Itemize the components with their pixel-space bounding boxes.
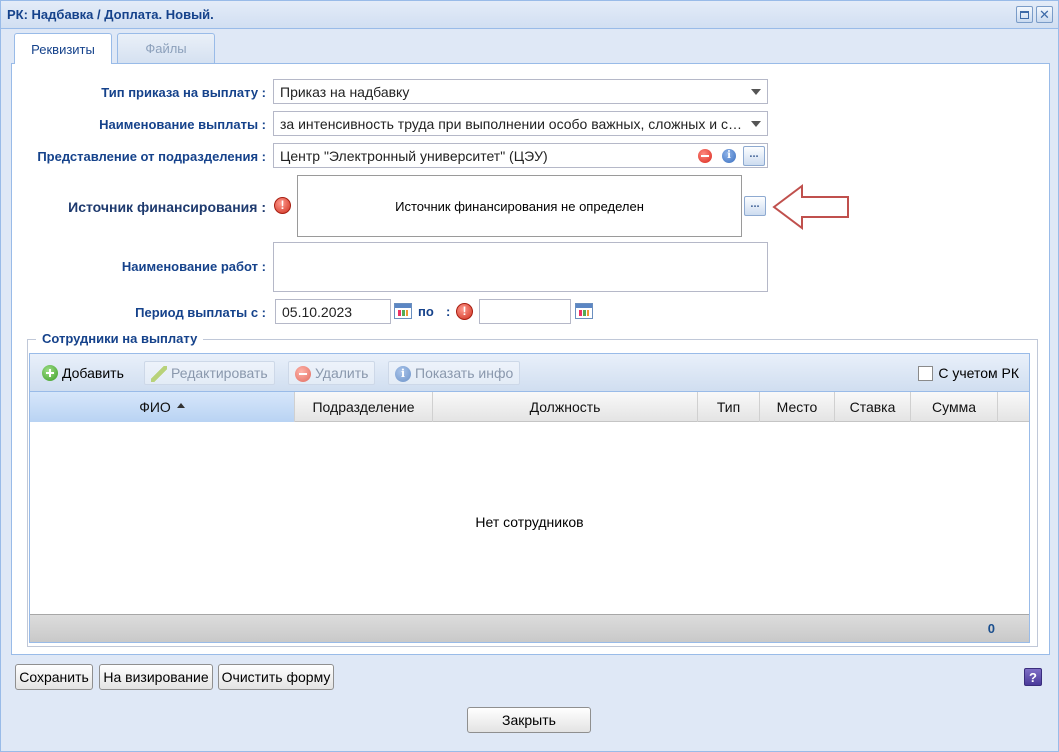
delete-icon <box>295 366 311 382</box>
window-title: РК: Надбавка / Доплата. Новый. <box>7 7 214 22</box>
period-to-label: по <box>418 304 434 319</box>
calendar-icon[interactable] <box>394 303 412 319</box>
send-for-approval-button[interactable]: На визирование <box>99 664 213 690</box>
column-department[interactable]: Подразделение <box>295 392 433 422</box>
error-icon: ! <box>456 303 473 320</box>
grid-header: ФИО Подразделение Должность Тип Место Ст… <box>30 392 1029 422</box>
edit-button[interactable]: Редактировать <box>144 361 275 385</box>
dialog-window: РК: Надбавка / Доплата. Новый. ✕ Реквизи… <box>0 0 1059 752</box>
department-picker-button[interactable]: ... <box>743 146 765 166</box>
clear-icon[interactable] <box>698 149 712 163</box>
payment-name-select[interactable]: за интенсивность труда при выполнении ос… <box>273 111 768 136</box>
calendar-icon[interactable] <box>575 303 593 319</box>
funding-source-picker-button[interactable]: ... <box>744 196 766 216</box>
column-type[interactable]: Тип <box>698 392 760 422</box>
with-rk-checkbox[interactable]: С учетом РК <box>918 365 1019 381</box>
column-position[interactable]: Должность <box>433 392 698 422</box>
tab-requisites[interactable]: Реквизиты <box>14 33 112 64</box>
checkbox-icon[interactable] <box>918 365 934 381</box>
requisites-panel: Тип приказа на выплату : Приказ на надба… <box>11 63 1050 655</box>
error-icon: ! <box>274 197 291 214</box>
period-from-input[interactable]: 05.10.2023 <box>275 299 391 324</box>
department-field[interactable]: Центр "Электронный университет" (ЦЭУ) <box>273 143 768 168</box>
column-fio[interactable]: ФИО <box>30 392 295 422</box>
show-info-button[interactable]: i Показать инфо <box>388 361 521 385</box>
works-name-label: Наименование работ : <box>121 259 266 274</box>
works-name-input[interactable] <box>273 242 768 292</box>
clear-form-button[interactable]: Очистить форму <box>218 664 334 690</box>
close-icon[interactable]: ✕ <box>1036 6 1053 23</box>
grid-empty-text: Нет сотрудников <box>475 514 584 530</box>
column-sum[interactable]: Сумма <box>911 392 998 422</box>
chevron-down-icon[interactable] <box>751 89 761 95</box>
add-button[interactable]: Добавить <box>36 361 130 385</box>
close-button[interactable]: Закрыть <box>467 707 591 733</box>
period-from-label: Период выплаты с : <box>135 305 266 320</box>
tab-files[interactable]: Файлы <box>117 33 215 63</box>
grid-summary-row: 0 <box>30 614 1029 642</box>
period-to-colon: : <box>446 304 451 319</box>
total-sum: 0 <box>987 621 995 636</box>
order-type-label: Тип приказа на выплату : <box>101 85 266 100</box>
order-type-select[interactable]: Приказ на надбавку <box>273 79 768 104</box>
column-place[interactable]: Место <box>760 392 835 422</box>
annotation-arrow-icon <box>772 184 849 230</box>
employees-grid: Добавить Редактировать Удалить i Показат… <box>29 353 1030 643</box>
info-icon[interactable]: i <box>722 149 736 163</box>
info-icon: i <box>395 366 411 382</box>
title-bar[interactable]: РК: Надбавка / Доплата. Новый. ✕ <box>1 1 1058 29</box>
funding-source-box[interactable]: Источник финансирования не определен <box>297 175 742 237</box>
maximize-icon[interactable] <box>1016 6 1033 23</box>
add-icon <box>42 365 58 381</box>
chevron-down-icon[interactable] <box>751 121 761 127</box>
grid-toolbar: Добавить Редактировать Удалить i Показат… <box>30 354 1029 392</box>
payment-name-label: Наименование выплаты : <box>99 117 266 132</box>
period-to-input[interactable] <box>479 299 571 324</box>
sort-up-icon <box>176 402 185 408</box>
delete-button[interactable]: Удалить <box>288 361 376 385</box>
save-button[interactable]: Сохранить <box>15 664 93 690</box>
employees-legend: Сотрудники на выплату <box>36 331 204 346</box>
department-label: Представление от подразделения : <box>37 149 266 164</box>
funding-source-label: Источник финансирования : <box>68 199 266 215</box>
column-rate[interactable]: Ставка <box>835 392 911 422</box>
pencil-icon <box>151 366 167 382</box>
help-icon[interactable]: ? <box>1024 668 1042 686</box>
